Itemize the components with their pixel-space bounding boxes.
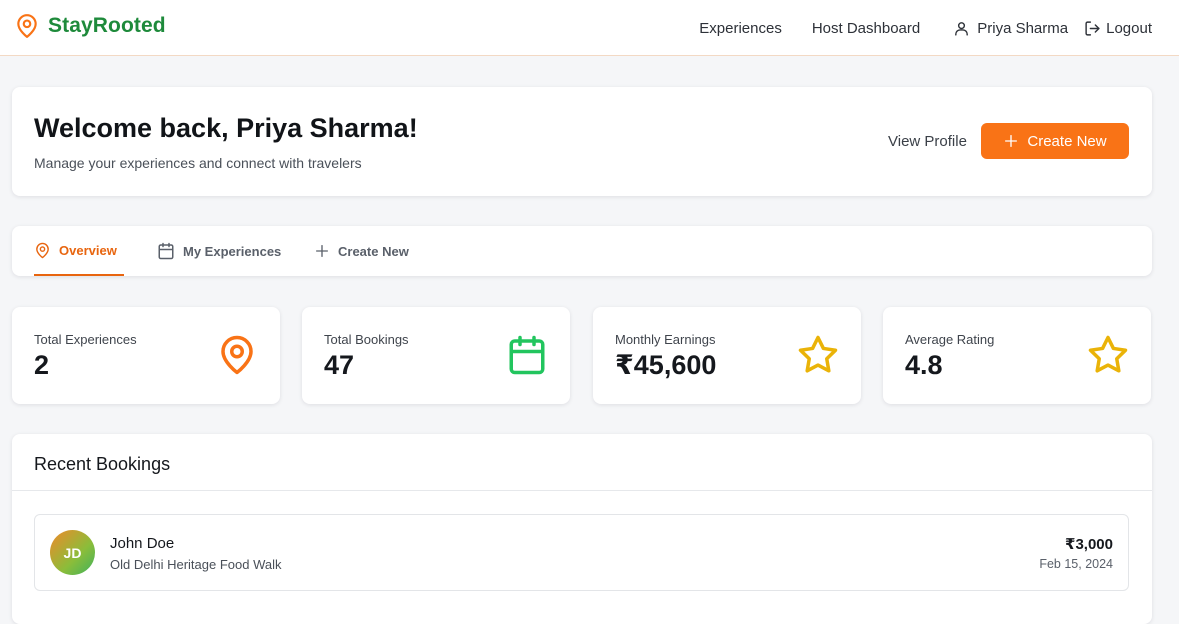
- tab-overview-label: Overview: [59, 242, 117, 258]
- brand-logo[interactable]: StayRooted: [14, 12, 166, 40]
- stat-label: Total Experiences: [34, 332, 137, 347]
- calendar-icon: [158, 242, 174, 260]
- recent-bookings-title: Recent Bookings: [34, 454, 171, 474]
- dashboard-tabs: Overview My Experiences Create New: [12, 226, 1152, 276]
- stat-label: Total Bookings: [324, 332, 409, 347]
- divider: [12, 490, 1152, 491]
- stat-value: 4.8: [905, 350, 943, 380]
- create-new-label: Create New: [1027, 132, 1107, 150]
- stat-card-total-bookings: Total Bookings 47: [302, 307, 570, 404]
- plus-icon: [1005, 135, 1018, 147]
- map-pin-icon: [36, 242, 49, 258]
- user-icon: [955, 21, 969, 36]
- welcome-title: Welcome back, Priya Sharma!: [34, 113, 418, 143]
- booking-amount: ₹3,000: [1065, 536, 1113, 553]
- nav-host-dashboard-link[interactable]: Host Dashboard: [812, 20, 920, 37]
- plus-icon: [316, 245, 328, 257]
- star-icon: [1088, 335, 1128, 373]
- tab-my-experiences-label: My Experiences: [183, 243, 282, 259]
- logout-icon: [1085, 20, 1100, 36]
- logout-label: Logout: [1106, 19, 1152, 37]
- stat-label: Monthly Earnings: [615, 332, 716, 347]
- booking-guest-name: John Doe: [110, 535, 175, 552]
- main-nav: Experiences Host Dashboard Priya Sharma …: [669, 0, 1152, 56]
- tab-overview[interactable]: Overview: [34, 226, 124, 276]
- nav-experiences-link[interactable]: Experiences: [699, 20, 782, 37]
- tab-create-new[interactable]: Create New: [314, 226, 409, 276]
- calendar-icon: [509, 335, 545, 375]
- welcome-subtitle: Manage your experiences and connect with…: [34, 155, 362, 171]
- booking-date: Feb 15, 2024: [1039, 557, 1113, 571]
- stat-card-total-experiences: Total Experiences 2: [12, 307, 280, 404]
- stat-card-average-rating: Average Rating 4.8: [883, 307, 1151, 404]
- recent-bookings-card: Recent Bookings JD John Doe Old Delhi He…: [12, 434, 1152, 624]
- view-profile-button[interactable]: View Profile: [888, 133, 967, 150]
- brand-name: StayRooted: [48, 14, 166, 37]
- nav-user-name: Priya Sharma: [977, 19, 1069, 37]
- create-new-button[interactable]: Create New: [981, 123, 1129, 159]
- map-pin-icon: [221, 335, 253, 375]
- stat-value: 47: [324, 350, 355, 380]
- stat-value: 2: [34, 350, 50, 380]
- logout-button[interactable]: Logout: [1084, 20, 1152, 37]
- avatar: JD: [50, 530, 95, 575]
- nav-user-menu[interactable]: Priya Sharma: [953, 20, 1068, 37]
- tab-create-new-label: Create New: [338, 243, 409, 259]
- stat-card-monthly-earnings: Monthly Earnings ₹45,600: [593, 307, 861, 404]
- booking-experience: Old Delhi Heritage Food Walk: [110, 557, 282, 572]
- top-navbar: StayRooted Experiences Host Dashboard Pr…: [0, 0, 1179, 56]
- tab-my-experiences[interactable]: My Experiences: [157, 226, 281, 276]
- stat-label: Average Rating: [905, 332, 995, 347]
- star-icon: [798, 335, 838, 373]
- booking-row[interactable]: JD John Doe Old Delhi Heritage Food Walk…: [34, 514, 1129, 591]
- welcome-card: Welcome back, Priya Sharma! Manage your …: [12, 87, 1152, 196]
- stat-value: ₹45,600: [615, 350, 717, 380]
- map-pin-icon: [17, 14, 37, 38]
